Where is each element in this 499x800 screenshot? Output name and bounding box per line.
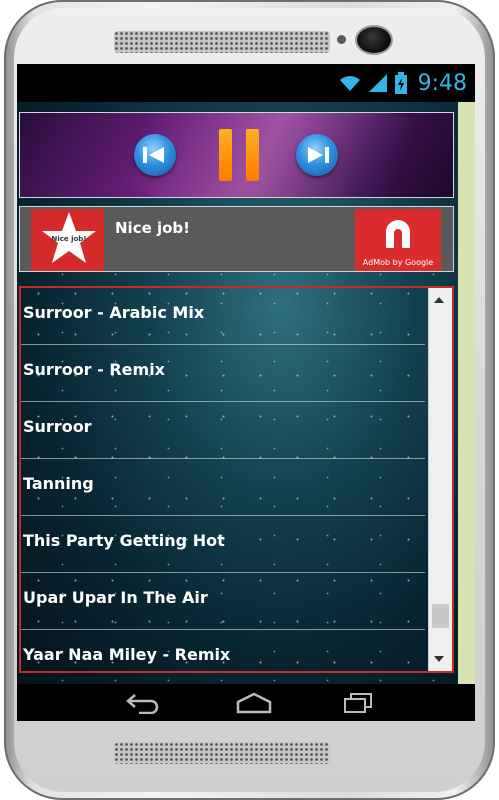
- back-button[interactable]: [110, 684, 170, 721]
- star-icon: Nice job!: [42, 212, 96, 263]
- phone-screen: 9:48 Nice job! Nice job! AdMob by Google…: [17, 64, 475, 721]
- admob-badge[interactable]: AdMob by Google: [355, 209, 441, 271]
- home-button[interactable]: [219, 684, 279, 721]
- list-item[interactable]: Yaar Naa Miley - Remix: [21, 630, 425, 671]
- bottom-speaker: [114, 742, 330, 764]
- side-strip: [458, 102, 475, 684]
- signal-icon: [368, 74, 387, 92]
- list-item[interactable]: Surroor: [21, 402, 425, 459]
- song-title: Yaar Naa Miley - Remix: [23, 645, 231, 664]
- ad-banner[interactable]: Nice job! Nice job! AdMob by Google: [19, 206, 454, 272]
- previous-button[interactable]: [134, 134, 176, 176]
- song-title: This Party Getting Hot: [23, 531, 225, 550]
- next-button[interactable]: [296, 134, 338, 176]
- app-content: Nice job! Nice job! AdMob by Google Surr…: [17, 102, 458, 684]
- pause-icon-bar: [246, 129, 259, 181]
- song-title: Surroor: [23, 417, 92, 436]
- navigation-bar: [17, 684, 475, 721]
- next-icon: [308, 147, 329, 163]
- status-bar: 9:48: [17, 64, 475, 102]
- list-item[interactable]: This Party Getting Hot: [21, 516, 425, 573]
- scroll-down-arrow-icon[interactable]: [434, 656, 444, 662]
- battery-charging-icon: [394, 72, 407, 94]
- song-title: Upar Upar In The Air: [23, 588, 208, 607]
- admob-caption: AdMob by Google: [362, 258, 434, 267]
- song-list[interactable]: Surroor - Arabic Mix Surroor - Remix Sur…: [19, 286, 454, 673]
- list-item[interactable]: Surroor - Arabic Mix: [21, 288, 425, 345]
- scroll-thumb[interactable]: [432, 604, 449, 628]
- list-scrollbar[interactable]: [428, 288, 452, 671]
- proximity-sensor: [337, 35, 346, 44]
- list-item[interactable]: Upar Upar In The Air: [21, 573, 425, 630]
- song-title: Surroor - Remix: [23, 360, 165, 379]
- ad-logo: Nice job!: [31, 209, 104, 271]
- back-icon: [126, 694, 159, 714]
- ad-logo-text: Nice job!: [51, 235, 86, 243]
- front-camera: [357, 27, 391, 53]
- earpiece-speaker: [114, 31, 330, 53]
- recent-apps-icon: [344, 693, 372, 713]
- ad-headline: Nice job!: [115, 219, 191, 237]
- previous-icon: [143, 147, 164, 163]
- admob-logo-icon: [386, 220, 410, 248]
- list-item[interactable]: Tanning: [21, 459, 425, 516]
- home-icon: [236, 692, 272, 714]
- recent-apps-button[interactable]: [326, 684, 386, 721]
- song-title: Tanning: [23, 474, 94, 493]
- wifi-icon: [339, 76, 360, 91]
- song-title: Surroor - Arabic Mix: [23, 303, 205, 322]
- scroll-up-arrow-icon[interactable]: [434, 297, 444, 303]
- list-item[interactable]: Surroor - Remix: [21, 345, 425, 402]
- status-clock: 9:48: [417, 70, 467, 96]
- pause-icon: [219, 129, 232, 181]
- pause-button[interactable]: [217, 129, 261, 181]
- music-player-bar: [19, 112, 454, 198]
